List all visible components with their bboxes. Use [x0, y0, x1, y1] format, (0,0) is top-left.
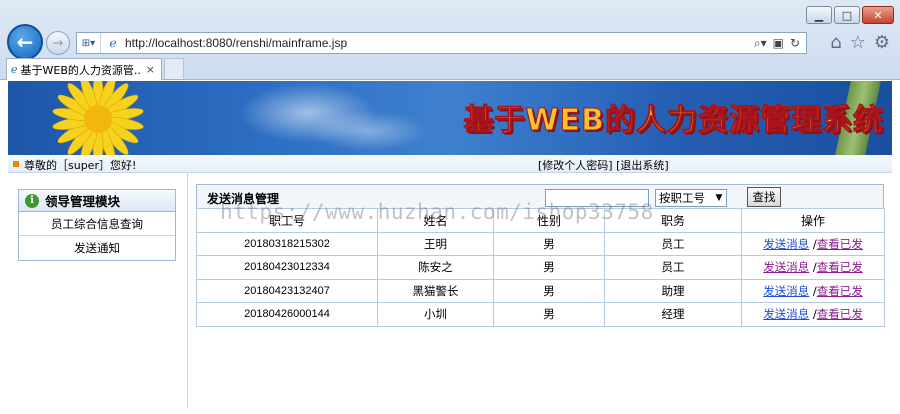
image-icon[interactable]: ▣	[773, 36, 784, 51]
row-actions: 发送消息 /查看已发	[741, 231, 885, 256]
column-header: 姓名	[377, 208, 494, 233]
search-input[interactable]	[545, 189, 649, 207]
employee-gender: 男	[493, 255, 605, 280]
home-icon[interactable]: ⌂	[830, 32, 841, 53]
ie-page-icon: ℯ	[109, 36, 117, 50]
bullet-icon	[13, 161, 19, 167]
maximize-icon[interactable]: □	[834, 6, 860, 24]
page-title: 发送消息管理	[207, 192, 280, 206]
minimize-icon[interactable]: ▁	[806, 6, 832, 24]
view-sent-link[interactable]: 查看已发	[817, 260, 863, 274]
employee-gender: 男	[493, 231, 605, 256]
employee-id: 20180423012334	[196, 255, 378, 280]
back-arrow-icon[interactable]: ←	[7, 24, 43, 60]
employee-position: 经理	[604, 302, 742, 327]
module-title: 领导管理模块	[45, 194, 121, 209]
view-sent-link[interactable]: 查看已发	[817, 307, 863, 321]
browser-chrome: ▁ □ ✕ ← → ⊞▾ ℯ http://localhost:8080/ren…	[0, 0, 900, 80]
sidebar: i 领导管理模块 员工综合信息查询 发送通知	[8, 173, 188, 408]
send-message-link[interactable]: 发送消息	[763, 307, 809, 321]
send-message-link[interactable]: 发送消息	[763, 237, 809, 251]
edit-password-link[interactable]: [修改个人密码]	[538, 159, 613, 172]
address-url[interactable]: http://localhost:8080/renshi/mainframe.j…	[125, 36, 754, 50]
send-message-link[interactable]: 发送消息	[763, 284, 809, 298]
employee-name: 小圳	[377, 302, 494, 327]
employee-name: 陈安之	[377, 255, 494, 280]
employee-position: 员工	[604, 231, 742, 256]
employee-id: 20180423132407	[196, 278, 378, 303]
window-controls: ▁ □ ✕	[806, 6, 894, 24]
row-actions: 发送消息 /查看已发	[741, 278, 885, 303]
view-sent-link[interactable]: 查看已发	[817, 237, 863, 251]
user-greeting: 尊敬的［super］您好!	[24, 159, 137, 172]
employee-position: 助理	[604, 278, 742, 303]
employee-name: 王明	[377, 231, 494, 256]
employee-table: 职工号 姓名 性别 职务 操作 20180318215302 王明 男 员工 发…	[196, 208, 885, 327]
browser-tab[interactable]: ℯ 基于WEB的人力资源管... ×	[6, 58, 162, 80]
compat-view-icon[interactable]: ⊞▾	[77, 33, 101, 53]
module-header: i 领导管理模块	[19, 190, 175, 212]
send-message-panel: 发送消息管理 按职工号 ▼ 查找 职工号 姓名 性别 职务 操作 2018031…	[196, 184, 885, 327]
table-row: 20180426000144 小圳 男 经理 发送消息 /查看已发	[196, 302, 885, 327]
search-field-value: 按职工号	[659, 191, 705, 205]
search-field-select[interactable]: 按职工号 ▼	[655, 189, 727, 207]
sidebar-item-employee-query[interactable]: 员工综合信息查询	[19, 212, 175, 236]
close-window-icon[interactable]: ✕	[862, 6, 894, 24]
employee-name: 黑猫警长	[377, 278, 494, 303]
leader-module-menu: i 领导管理模块 员工综合信息查询 发送通知	[18, 189, 176, 261]
search-button[interactable]: 查找	[747, 187, 781, 207]
user-status-bar: 尊敬的［super］您好! [修改个人密码] [退出系统]	[8, 155, 892, 173]
search-icon[interactable]: ⌕▾	[754, 36, 767, 51]
send-message-link[interactable]: 发送消息	[763, 260, 809, 274]
column-header: 职务	[604, 208, 742, 233]
chevron-down-icon: ▼	[715, 193, 723, 203]
info-icon: i	[25, 193, 39, 208]
settings-gear-icon[interactable]: ⚙	[874, 32, 890, 53]
refresh-icon[interactable]: ↻	[790, 36, 800, 51]
system-title: 基于WEB的人力资源管理系统	[463, 103, 884, 139]
favorites-star-icon[interactable]: ☆	[850, 32, 866, 53]
dandelion-flower-image	[52, 81, 144, 155]
table-row: 20180423012334 陈安之 男 员工 发送消息 /查看已发	[196, 255, 885, 280]
address-bar[interactable]: ⊞▾ ℯ http://localhost:8080/renshi/mainfr…	[76, 32, 807, 54]
forward-arrow-icon[interactable]: →	[46, 31, 70, 55]
logout-link[interactable]: [退出系统]	[616, 159, 669, 172]
tab-close-icon[interactable]: ×	[140, 63, 161, 76]
cloud-decoration	[308, 111, 428, 151]
table-row: 20180423132407 黑猫警长 男 助理 发送消息 /查看已发	[196, 278, 885, 303]
table-header-row: 职工号 姓名 性别 职务 操作	[196, 208, 885, 233]
new-tab-button[interactable]	[164, 58, 184, 79]
row-actions: 发送消息 /查看已发	[741, 302, 885, 327]
column-header: 操作	[741, 208, 885, 233]
tab-title: 基于WEB的人力资源管...	[20, 63, 140, 77]
employee-id: 20180318215302	[196, 231, 378, 256]
view-sent-link[interactable]: 查看已发	[817, 284, 863, 298]
employee-id: 20180426000144	[196, 302, 378, 327]
employee-gender: 男	[493, 302, 605, 327]
employee-position: 员工	[604, 255, 742, 280]
employee-gender: 男	[493, 278, 605, 303]
row-actions: 发送消息 /查看已发	[741, 255, 885, 280]
header-banner: 基于WEB的人力资源管理系统	[8, 81, 892, 155]
sidebar-item-send-notice[interactable]: 发送通知	[19, 236, 175, 260]
column-header: 职工号	[196, 208, 378, 233]
panel-header: 发送消息管理 按职工号 ▼ 查找	[196, 184, 884, 208]
column-header: 性别	[493, 208, 605, 233]
table-row: 20180318215302 王明 男 员工 发送消息 /查看已发	[196, 231, 885, 256]
ie-tab-icon: ℯ	[11, 63, 18, 76]
